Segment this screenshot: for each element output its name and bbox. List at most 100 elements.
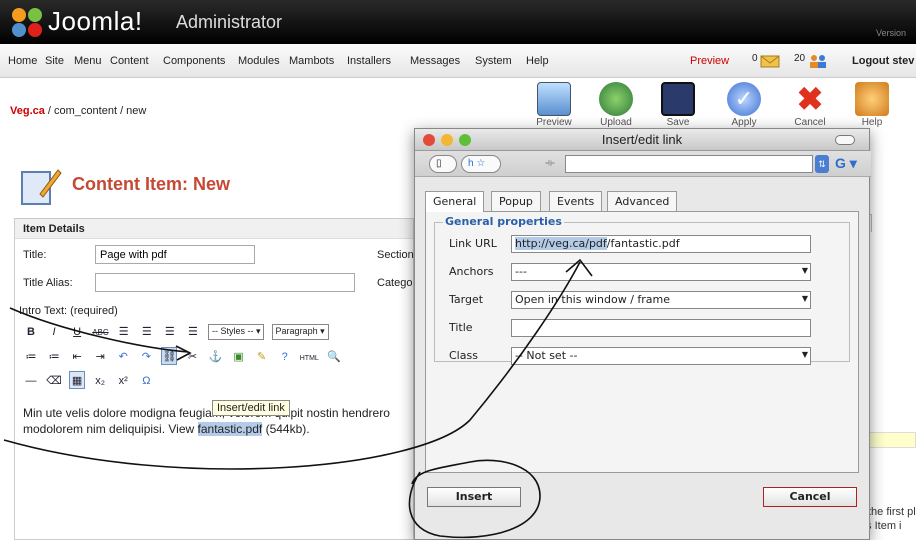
- toolbar-toggle-icon[interactable]: [835, 135, 855, 145]
- link-url-field[interactable]: http://veg.ca/pdf/fantastic.pdf: [511, 235, 811, 253]
- address-bar[interactable]: [565, 155, 813, 173]
- cleanup-icon[interactable]: ✎: [254, 348, 270, 366]
- upload-icon: [599, 82, 633, 116]
- upload-button[interactable]: Upload: [588, 80, 644, 130]
- breadcrumb-path: / com_content / new: [44, 105, 147, 117]
- menu-menu[interactable]: Menu: [74, 55, 102, 67]
- visual-aid-icon[interactable]: ▦: [69, 371, 86, 389]
- search-icon[interactable]: 🔍: [326, 348, 342, 366]
- anchor-icon[interactable]: ⚓: [208, 348, 224, 366]
- insert-link-tooltip: Insert/edit link: [212, 400, 290, 416]
- superscript-icon[interactable]: x²: [115, 372, 131, 390]
- page-icon[interactable]: ▯: [429, 155, 457, 173]
- target-select[interactable]: Open in this window / frame ▼: [511, 291, 811, 309]
- menu-mambots[interactable]: Mambots: [289, 55, 334, 67]
- class-select[interactable]: -- Not set -- ▼: [511, 347, 811, 365]
- bullet-list-icon[interactable]: ≔: [23, 348, 39, 366]
- menu-installers[interactable]: Installers: [347, 55, 391, 67]
- indent-icon[interactable]: ⇥: [92, 348, 108, 366]
- styles-select[interactable]: -- Styles -- ▾: [207, 324, 265, 341]
- chevron-down-icon: ▼: [801, 266, 808, 275]
- title-label: Title:: [23, 249, 47, 261]
- tab-events[interactable]: Events: [549, 191, 603, 211]
- selected-link-text: fantastic.pdf: [197, 422, 263, 436]
- edit-document-icon: [21, 169, 62, 205]
- app-subtitle: Administrator: [176, 12, 283, 32]
- menu-modules[interactable]: Modules: [238, 55, 280, 67]
- undo-icon[interactable]: ↶: [115, 348, 131, 366]
- tab-advanced[interactable]: Advanced: [607, 191, 678, 211]
- italic-button[interactable]: I: [46, 323, 62, 341]
- messages-icon[interactable]: [760, 54, 780, 68]
- bookmark-button[interactable]: h ☆: [461, 155, 501, 173]
- target-label: Target: [449, 293, 484, 306]
- format-select[interactable]: Paragraph ▾: [271, 324, 329, 341]
- dialog-nav-bar: ▯ h ☆ ⟛ ⇅ G ▾: [415, 151, 871, 177]
- anchors-select[interactable]: --- ▼: [511, 263, 811, 281]
- bold-button[interactable]: B: [23, 323, 39, 341]
- numbered-list-icon[interactable]: ≔: [46, 348, 62, 366]
- section-label: Section: [377, 249, 414, 261]
- title-label: Title: [449, 321, 473, 334]
- help-circle-icon[interactable]: ?: [277, 348, 293, 366]
- title-field[interactable]: [511, 319, 811, 337]
- outdent-icon[interactable]: ⇤: [69, 348, 85, 366]
- preview-link[interactable]: Preview: [690, 55, 729, 67]
- messages-count: 0: [752, 53, 758, 64]
- menu-system[interactable]: System: [475, 55, 512, 67]
- align-justify-icon[interactable]: ☰: [185, 323, 201, 341]
- insert-button[interactable]: Insert: [427, 487, 521, 507]
- page-title: Content Item: New: [72, 174, 231, 194]
- logout-link[interactable]: Logout stev: [852, 55, 914, 67]
- search-engine-icon[interactable]: G ▾: [835, 155, 857, 172]
- main-menubar: Home Site Menu Content Components Module…: [0, 44, 916, 78]
- app-header: Joomla! Administrator Version: [0, 0, 916, 44]
- horizontal-rule-icon[interactable]: —: [23, 372, 39, 390]
- title-alias-field[interactable]: [95, 273, 355, 292]
- image-icon[interactable]: ▣: [231, 348, 247, 366]
- menu-content[interactable]: Content: [110, 55, 149, 67]
- menu-home[interactable]: Home: [8, 55, 37, 67]
- menu-site[interactable]: Site: [45, 55, 64, 67]
- menu-messages[interactable]: Messages: [410, 55, 460, 67]
- underline-button[interactable]: U: [69, 323, 85, 341]
- redo-icon[interactable]: ↷: [138, 348, 154, 366]
- html-source-icon[interactable]: HTML: [300, 350, 319, 368]
- tab-general[interactable]: General: [425, 191, 485, 212]
- zoom-window-icon[interactable]: [459, 134, 471, 146]
- align-left-icon[interactable]: ☰: [116, 323, 132, 341]
- general-tab-pane: General properties Link URL http://veg.c…: [425, 211, 859, 473]
- menu-components[interactable]: Components: [163, 55, 225, 67]
- minimize-window-icon[interactable]: [441, 134, 453, 146]
- menu-help[interactable]: Help: [526, 55, 549, 67]
- help-button[interactable]: Help: [844, 80, 900, 130]
- cancel-button[interactable]: ✖ Cancel: [782, 80, 838, 130]
- monitor-icon: [537, 82, 571, 116]
- align-right-icon[interactable]: ☰: [162, 323, 178, 341]
- save-button[interactable]: Save: [650, 80, 706, 130]
- tab-popup[interactable]: Popup: [491, 191, 541, 211]
- general-properties-group: General properties Link URL http://veg.c…: [434, 215, 850, 365]
- help-note-1: the first pl: [868, 506, 916, 518]
- editor-toolbar-row-1: B I U ABC ☰ ☰ ☰ ☰ -- Styles -- ▾ Paragra…: [23, 323, 413, 343]
- special-char-icon[interactable]: Ω: [138, 372, 154, 390]
- close-window-icon[interactable]: [423, 134, 435, 146]
- users-count: 20: [794, 53, 806, 64]
- align-center-icon[interactable]: ☰: [139, 323, 155, 341]
- preview-button[interactable]: Preview: [526, 80, 582, 130]
- unlink-icon[interactable]: ✂: [184, 348, 200, 366]
- users-icon[interactable]: [808, 54, 828, 68]
- subscript-icon[interactable]: x₂: [92, 372, 108, 390]
- class-label: Class: [449, 349, 478, 362]
- breadcrumb-site[interactable]: Veg.ca: [10, 105, 45, 117]
- anchors-label: Anchors: [449, 265, 494, 278]
- insert-link-button[interactable]: ⛓: [161, 347, 178, 365]
- cancel-dialog-button[interactable]: Cancel: [763, 487, 857, 507]
- apply-button[interactable]: ✓ Apply: [716, 80, 772, 130]
- app-name: Joomla!: [48, 6, 143, 36]
- title-field[interactable]: [95, 245, 255, 264]
- strikethrough-button[interactable]: ABC: [92, 324, 108, 342]
- remove-format-icon[interactable]: ⌫: [46, 372, 62, 390]
- chevron-down-icon: ▼: [801, 294, 808, 303]
- address-dropdown-icon[interactable]: ⇅: [815, 155, 829, 173]
